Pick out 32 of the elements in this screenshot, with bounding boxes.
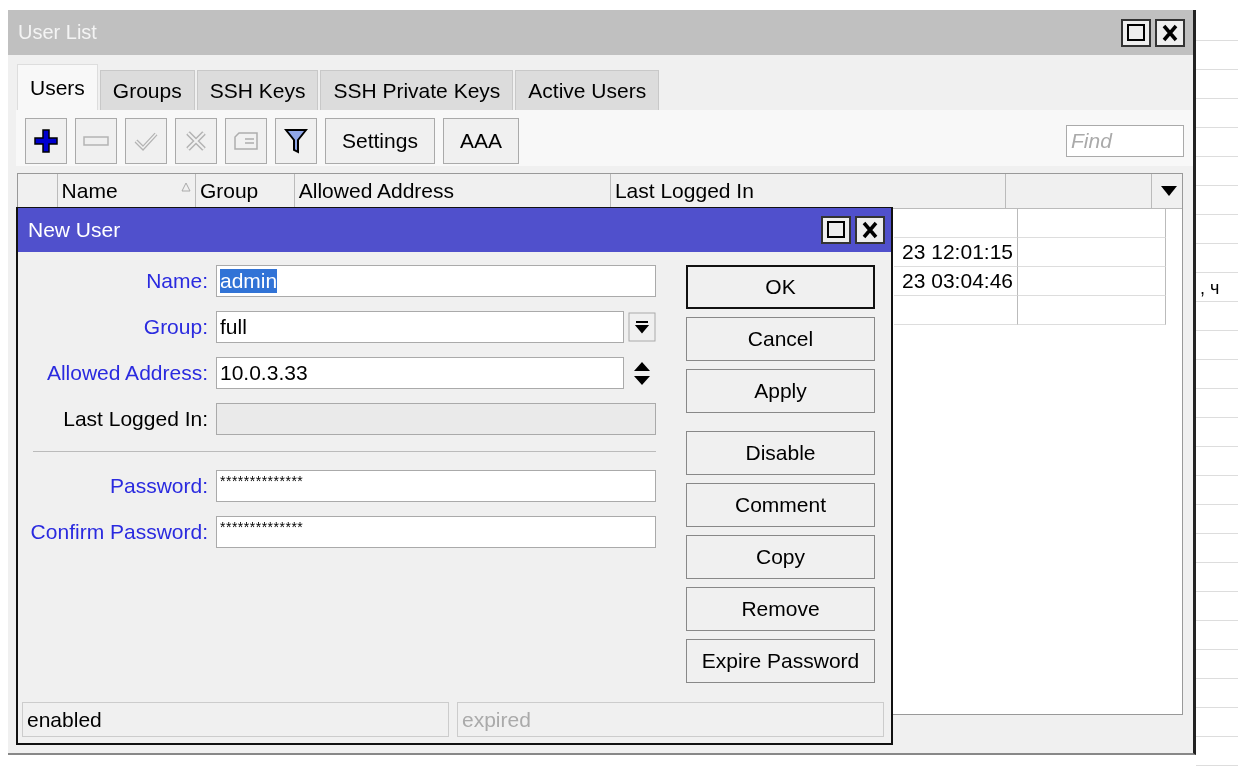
dialog-button[interactable]: Disable: [686, 431, 875, 475]
status-text: enabled: [22, 702, 449, 737]
field-label: Group:: [142, 315, 209, 339]
field-label: Password:: [108, 474, 209, 498]
field-label: Name:: [145, 269, 209, 293]
dialog-button[interactable]: Cancel: [686, 317, 875, 361]
dialog-button[interactable]: Comment: [686, 483, 875, 527]
password-field[interactable]: **************: [216, 516, 656, 548]
dialog-button[interactable]: OK: [686, 265, 875, 309]
find-field[interactable]: Find: [1066, 125, 1184, 157]
dialog-title: New User: [28, 218, 121, 242]
toolbar-button[interactable]: AAA: [442, 118, 519, 164]
tab[interactable]: Users: [17, 64, 98, 110]
password-field[interactable]: **************: [216, 470, 656, 502]
table-cell: 23 12:01:15: [894, 238, 1018, 267]
dialog-button[interactable]: Remove: [686, 587, 875, 631]
input-field[interactable]: 10.0.3.33: [216, 357, 624, 389]
field-label: Allowed Address:: [45, 361, 209, 385]
table-cell: 23 03:04:46: [894, 267, 1018, 296]
toolbar-button[interactable]: Settings: [325, 118, 435, 164]
tab[interactable]: SSH Keys: [196, 70, 319, 110]
tab[interactable]: Groups: [99, 70, 195, 110]
field-label: Last Logged In:: [62, 407, 209, 431]
tab[interactable]: Active Users: [515, 70, 660, 110]
dialog-button[interactable]: Apply: [686, 369, 875, 413]
input-field[interactable]: full: [216, 311, 624, 343]
dialog-button[interactable]: Expire Password: [686, 639, 875, 683]
tab[interactable]: SSH Private Keys: [320, 70, 514, 110]
dialog-button[interactable]: Copy: [686, 535, 875, 579]
status-text: expired: [457, 702, 884, 737]
field-label: Confirm Password:: [29, 520, 209, 544]
input-field[interactable]: admin: [216, 265, 656, 297]
